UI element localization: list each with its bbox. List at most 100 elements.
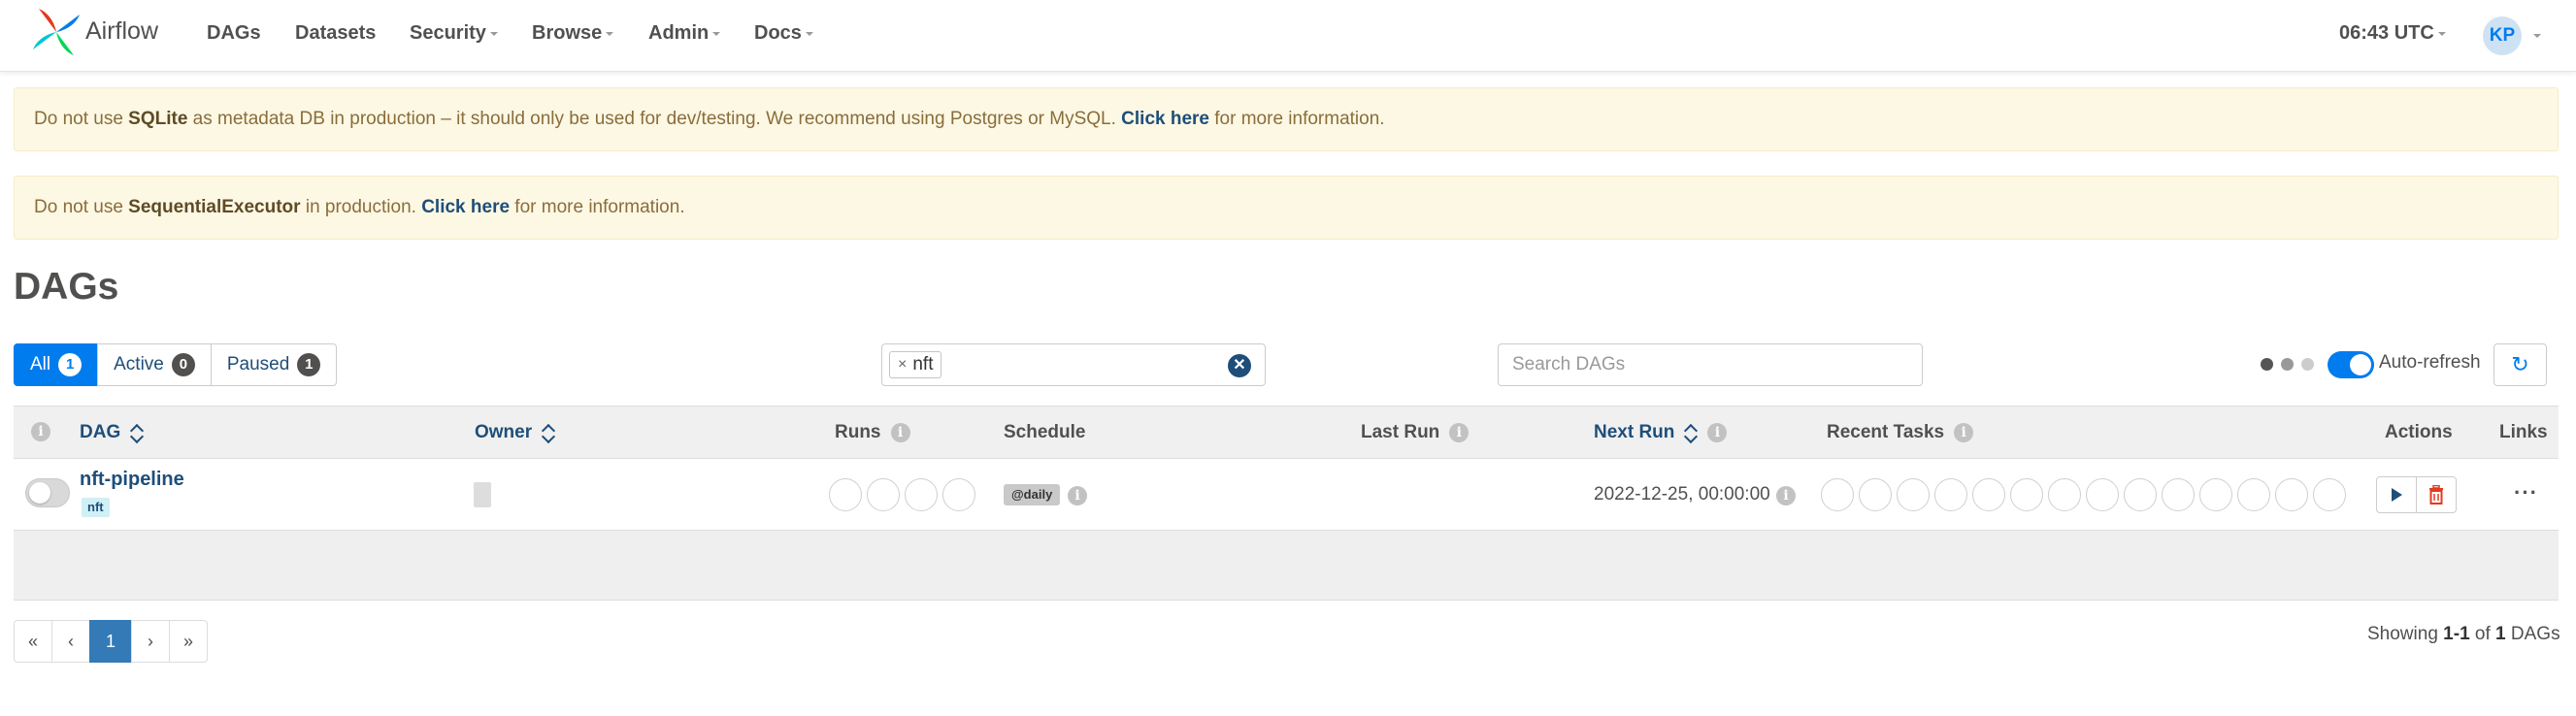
- task-status-circle[interactable]: [2124, 478, 2157, 511]
- chevron-down-icon[interactable]: [2533, 34, 2541, 38]
- header-label: Next Run: [1594, 422, 1675, 442]
- task-status-circle[interactable]: [1821, 478, 1854, 511]
- count-badge: 1: [297, 353, 321, 376]
- header-label: DAG: [80, 422, 121, 442]
- dags-table: i DAG Owner Runs i Schedule Last Run i Nex…: [14, 406, 2559, 601]
- trigger-dag-button[interactable]: [2376, 476, 2417, 513]
- task-status-circle[interactable]: [2199, 478, 2232, 511]
- recent-tasks-status: [1821, 478, 2346, 511]
- task-status-circle[interactable]: [2086, 478, 2119, 511]
- header-schedule: Schedule: [1004, 422, 1085, 443]
- user-avatar[interactable]: KP: [2483, 16, 2522, 55]
- chevron-down-icon: [2437, 31, 2446, 36]
- alert-text: Do not use: [34, 197, 129, 217]
- clear-tags-icon[interactable]: ✕: [1228, 354, 1251, 377]
- owner-value[interactable]: [474, 482, 491, 507]
- nav-datasets[interactable]: Datasets: [295, 22, 376, 45]
- nav-admin-label: Admin: [648, 22, 710, 44]
- header-next-run[interactable]: Next Run i: [1594, 422, 1728, 443]
- refresh-indicator-dots: [2261, 358, 2314, 371]
- tag-filter-input[interactable]: × nft ✕: [881, 343, 1266, 386]
- task-status-circle[interactable]: [1972, 478, 2005, 511]
- dag-name-link[interactable]: nft-pipeline: [80, 469, 184, 491]
- refresh-button[interactable]: ↻: [2493, 343, 2547, 386]
- info-icon[interactable]: i: [1707, 423, 1728, 442]
- run-status-circle[interactable]: [829, 478, 862, 511]
- nav-security[interactable]: Security: [410, 22, 498, 45]
- nav-browse-label: Browse: [532, 22, 603, 44]
- auto-refresh-toggle[interactable]: [2328, 351, 2374, 378]
- airflow-logo-icon[interactable]: [31, 7, 82, 57]
- task-status-circle[interactable]: [2048, 478, 2081, 511]
- task-status-circle[interactable]: [1897, 478, 1930, 511]
- remove-tag-icon[interactable]: ×: [898, 356, 907, 374]
- info-icon[interactable]: i: [1449, 423, 1470, 442]
- task-status-circle[interactable]: [2010, 478, 2043, 511]
- header-dag[interactable]: DAG: [80, 422, 144, 443]
- info-icon[interactable]: i: [890, 423, 910, 442]
- dot: [2281, 358, 2294, 371]
- status-label: All: [30, 354, 51, 374]
- prev-page-button[interactable]: ‹: [51, 620, 90, 663]
- timezone-clock[interactable]: 06:43 UTC: [2339, 22, 2446, 45]
- alert-bold: SequentialExecutor: [128, 197, 301, 217]
- status-filter-all[interactable]: All 1: [14, 343, 99, 386]
- run-status-circle[interactable]: [942, 478, 975, 511]
- info-icon[interactable]: i: [1776, 486, 1796, 505]
- task-status-circle[interactable]: [2237, 478, 2270, 511]
- nav-dags[interactable]: DAGs: [207, 22, 261, 45]
- schedule-badge[interactable]: @daily: [1004, 484, 1061, 505]
- nav-admin[interactable]: Admin: [648, 22, 721, 45]
- delete-dag-button[interactable]: [2416, 476, 2457, 513]
- search-dags-input[interactable]: [1498, 343, 1923, 386]
- status-label: Paused: [226, 354, 290, 374]
- count-badge: 0: [171, 353, 195, 376]
- run-status-circle[interactable]: [867, 478, 900, 511]
- info-icon[interactable]: i: [31, 422, 50, 441]
- task-status-circle[interactable]: [1859, 478, 1892, 511]
- next-page-button[interactable]: ›: [131, 620, 170, 663]
- sort-icon: [1684, 422, 1698, 443]
- run-status-circle[interactable]: [905, 478, 938, 511]
- showing-range: 1-1: [2443, 624, 2470, 644]
- alert-text: as metadata DB in production – it should…: [187, 109, 1122, 129]
- navbar: Airflow DAGs Datasets Security Browse Ad…: [0, 0, 2576, 72]
- info-icon[interactable]: i: [1068, 486, 1087, 505]
- info-icon[interactable]: i: [1954, 423, 1974, 442]
- brand-name[interactable]: Airflow: [85, 17, 158, 46]
- showing-total: 1: [2495, 624, 2506, 644]
- alert-link[interactable]: Click here: [421, 197, 510, 218]
- task-status-circle[interactable]: [1934, 478, 1967, 511]
- status-filter-paused[interactable]: Paused 1: [210, 343, 338, 386]
- play-icon: [2391, 488, 2402, 502]
- header-label: Schedule: [1004, 422, 1086, 442]
- trash-icon: [2429, 485, 2443, 504]
- task-status-circle[interactable]: [2275, 478, 2308, 511]
- status-filter-active[interactable]: Active 0: [97, 343, 212, 386]
- header-runs: Runs i: [835, 422, 910, 443]
- nav-browse[interactable]: Browse: [532, 22, 614, 45]
- pause-dag-toggle[interactable]: [25, 478, 70, 507]
- nav-docs[interactable]: Docs: [754, 22, 813, 45]
- chevron-down-icon: [606, 31, 614, 36]
- first-page-button[interactable]: «: [14, 620, 52, 663]
- header-owner[interactable]: Owner: [475, 422, 555, 443]
- dot: [2301, 358, 2314, 371]
- task-status-circle[interactable]: [2313, 478, 2346, 511]
- alert-link[interactable]: Click here: [1121, 109, 1209, 130]
- nav-docs-label: Docs: [754, 22, 802, 44]
- last-page-button[interactable]: »: [169, 620, 208, 663]
- current-page-button[interactable]: 1: [89, 620, 132, 663]
- dag-tag[interactable]: nft: [82, 498, 110, 517]
- table-row: nft-pipeline nft @daily i 2022-12-25, 00…: [14, 458, 2559, 531]
- header-actions: Actions: [2385, 422, 2453, 443]
- chevron-down-icon: [489, 31, 498, 36]
- alert-text: in production.: [300, 197, 422, 217]
- task-status-circle[interactable]: [2162, 478, 2195, 511]
- showing-text: of: [2469, 624, 2496, 644]
- header-label: Owner: [475, 422, 533, 442]
- clock-label: 06:43 UTC: [2339, 22, 2434, 44]
- auto-refresh-label: Auto-refresh: [2379, 352, 2481, 373]
- more-links-icon[interactable]: ···: [2514, 480, 2538, 505]
- alert-text: for more information.: [510, 197, 685, 217]
